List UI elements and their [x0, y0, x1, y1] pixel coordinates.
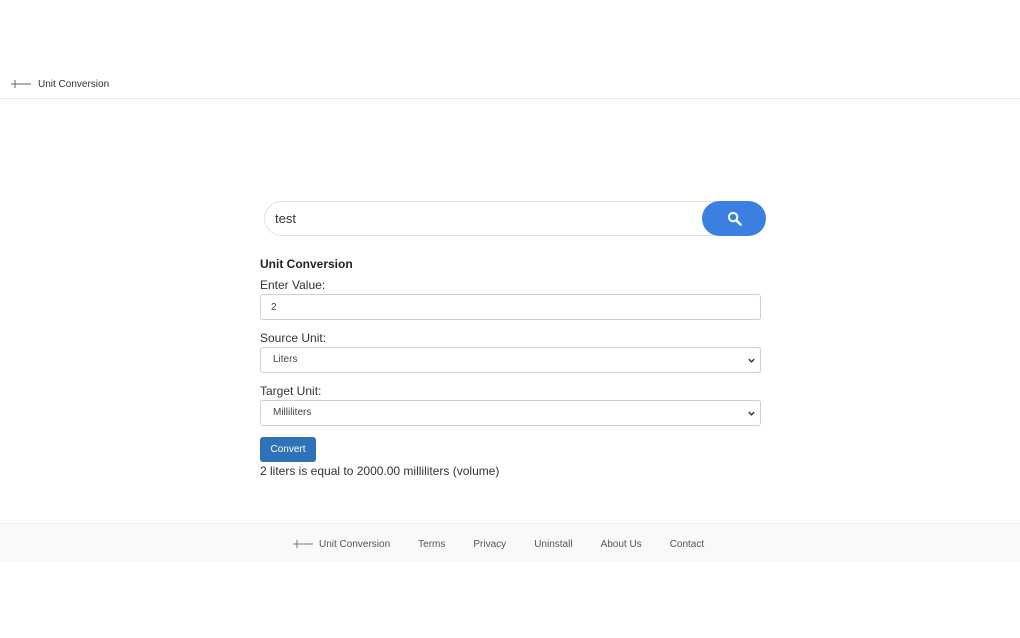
footer-brand-link[interactable]: Unit Conversion: [292, 538, 390, 550]
chevron-down-icon: [748, 358, 755, 363]
footer: Unit Conversion Terms Privacy Uninstall …: [0, 523, 1020, 561]
value-input[interactable]: [260, 294, 761, 320]
convert-button[interactable]: Convert: [260, 437, 316, 462]
target-unit-value: Milliliters: [273, 407, 312, 418]
source-unit-select[interactable]: Liters: [260, 347, 761, 373]
source-unit-label: Source Unit:: [260, 331, 327, 345]
conversion-result: 2 liters is equal to 2000.00 milliliters…: [260, 464, 500, 478]
unit-conversion-form: Unit Conversion Enter Value: Source Unit…: [260, 255, 761, 479]
target-unit-select[interactable]: Milliliters: [260, 400, 761, 426]
chevron-down-icon: [748, 411, 755, 416]
source-unit-value: Liters: [273, 354, 298, 365]
footer-link-privacy[interactable]: Privacy: [473, 539, 506, 550]
header-brand-link[interactable]: Unit Conversion: [10, 78, 109, 90]
header-brand-label: Unit Conversion: [38, 78, 110, 90]
footer-link-about-us[interactable]: About Us: [601, 539, 642, 550]
page: Unit Conversion Unit Conversion Enter Va…: [0, 0, 1020, 638]
header: Unit Conversion: [0, 72, 1020, 99]
unit-conversion-logo-icon: [293, 540, 313, 548]
search-input[interactable]: [264, 201, 734, 236]
footer-link-uninstall[interactable]: Uninstall: [534, 539, 572, 550]
footer-link-contact[interactable]: Contact: [670, 539, 704, 550]
unit-conversion-logo-icon: [11, 80, 31, 88]
search-icon: [727, 211, 742, 226]
footer-link-terms[interactable]: Terms: [418, 539, 445, 550]
target-unit-label: Target Unit:: [260, 384, 322, 398]
footer-links: Unit Conversion Terms Privacy Uninstall …: [292, 538, 732, 550]
value-label: Enter Value:: [260, 278, 326, 292]
search-bar: [264, 201, 766, 236]
form-title: Unit Conversion: [260, 257, 353, 271]
footer-brand-label: Unit Conversion: [319, 538, 391, 550]
search-button[interactable]: [702, 201, 766, 236]
